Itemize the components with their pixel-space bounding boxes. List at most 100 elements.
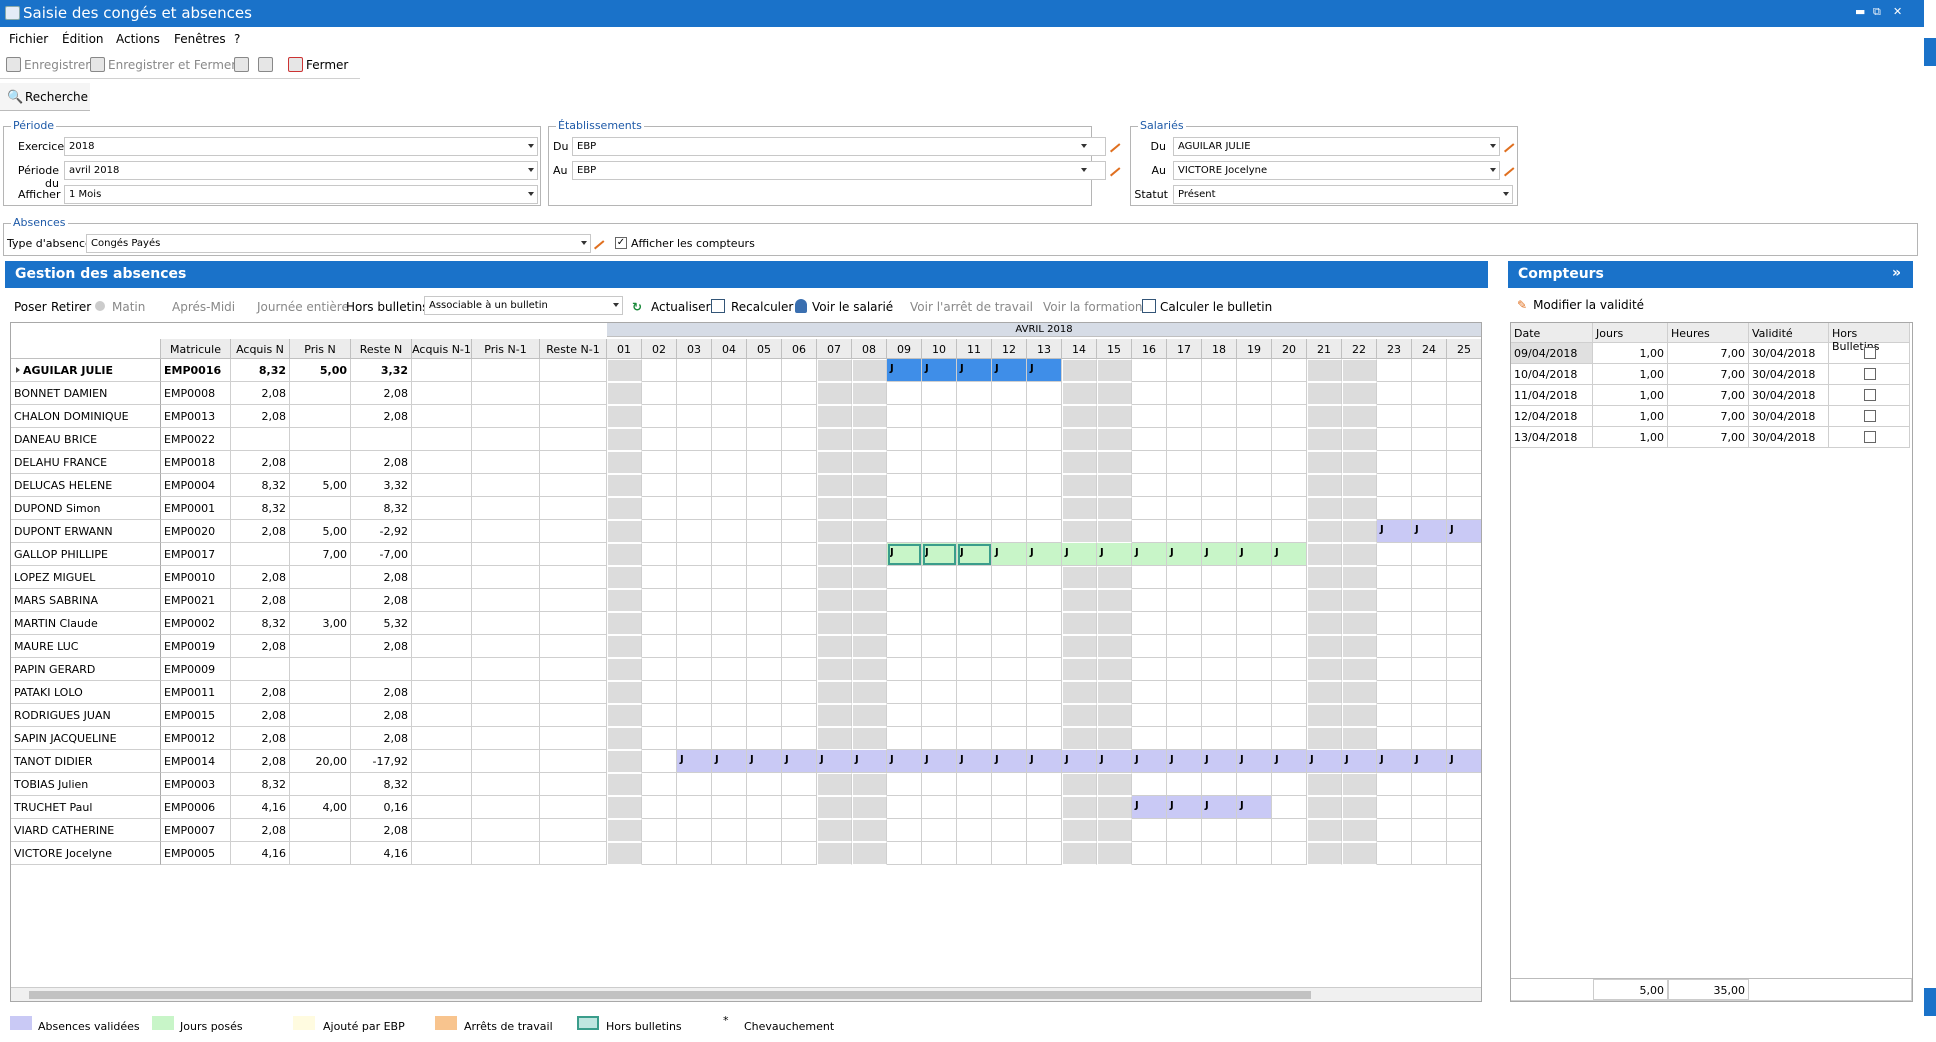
day-cell[interactable] bbox=[957, 520, 992, 543]
day-cell[interactable]: J bbox=[1237, 796, 1272, 819]
day-cell[interactable] bbox=[712, 589, 747, 612]
day-cell[interactable]: J bbox=[1447, 750, 1481, 773]
day-cell[interactable] bbox=[992, 658, 1027, 681]
day-cell[interactable] bbox=[852, 681, 887, 704]
day-cell[interactable]: J bbox=[992, 750, 1027, 773]
day-cell[interactable]: J bbox=[1342, 750, 1377, 773]
day-cell[interactable] bbox=[677, 543, 712, 566]
menu-edition[interactable]: Édition bbox=[62, 32, 104, 46]
day-cell[interactable] bbox=[1237, 405, 1272, 428]
day-cell[interactable] bbox=[607, 750, 642, 773]
day-cell[interactable] bbox=[817, 773, 852, 796]
day-cell[interactable] bbox=[1202, 451, 1237, 474]
day-cell[interactable] bbox=[1062, 681, 1097, 704]
day-cell[interactable]: J bbox=[712, 750, 747, 773]
day-cell[interactable] bbox=[957, 405, 992, 428]
day-cell[interactable] bbox=[992, 727, 1027, 750]
day-cell[interactable] bbox=[747, 520, 782, 543]
day-cell[interactable] bbox=[642, 681, 677, 704]
day-cell[interactable] bbox=[922, 727, 957, 750]
day-cell[interactable] bbox=[922, 819, 957, 842]
day-cell[interactable] bbox=[852, 635, 887, 658]
day-cell[interactable] bbox=[1027, 451, 1062, 474]
day-cell[interactable] bbox=[817, 681, 852, 704]
day-cell[interactable] bbox=[1272, 359, 1307, 382]
day-cell[interactable] bbox=[677, 382, 712, 405]
exercice-select[interactable]: 2018 bbox=[64, 137, 538, 156]
day-cell[interactable]: J bbox=[1272, 750, 1307, 773]
day-cell[interactable] bbox=[1062, 474, 1097, 497]
day-cell[interactable] bbox=[1307, 658, 1342, 681]
day-cell[interactable] bbox=[1412, 382, 1447, 405]
day-cell[interactable] bbox=[1132, 589, 1167, 612]
day-cell[interactable] bbox=[1307, 727, 1342, 750]
day-cell[interactable]: J bbox=[1167, 543, 1202, 566]
hors-bulletins-select[interactable]: Associable à un bulletin bbox=[424, 296, 623, 315]
day-cell[interactable] bbox=[887, 451, 922, 474]
day-cell[interactable] bbox=[1237, 727, 1272, 750]
day-cell[interactable] bbox=[887, 727, 922, 750]
edit-pencil-icon[interactable] bbox=[1103, 159, 1121, 177]
day-cell[interactable] bbox=[887, 819, 922, 842]
day-cell[interactable] bbox=[782, 520, 817, 543]
day-cell[interactable] bbox=[642, 566, 677, 589]
day-cell[interactable] bbox=[607, 474, 642, 497]
day-cell[interactable] bbox=[852, 451, 887, 474]
day-cell[interactable] bbox=[922, 520, 957, 543]
day-cell[interactable]: J bbox=[1167, 750, 1202, 773]
fermer-button[interactable]: Fermer bbox=[288, 57, 348, 72]
day-cell[interactable] bbox=[1097, 658, 1132, 681]
day-cell[interactable] bbox=[607, 681, 642, 704]
day-cell[interactable] bbox=[957, 796, 992, 819]
day-cell[interactable] bbox=[677, 566, 712, 589]
day-cell[interactable] bbox=[1377, 382, 1412, 405]
day-cell[interactable] bbox=[957, 658, 992, 681]
day-cell[interactable] bbox=[1237, 474, 1272, 497]
day-cell[interactable] bbox=[922, 612, 957, 635]
day-cell[interactable] bbox=[1027, 474, 1062, 497]
day-cell[interactable] bbox=[957, 773, 992, 796]
day-cell[interactable] bbox=[1202, 635, 1237, 658]
day-cell[interactable] bbox=[1272, 497, 1307, 520]
day-cell[interactable] bbox=[712, 405, 747, 428]
day-cell[interactable] bbox=[642, 727, 677, 750]
day-cell[interactable] bbox=[642, 750, 677, 773]
day-cell[interactable] bbox=[677, 451, 712, 474]
day-cell[interactable] bbox=[1062, 658, 1097, 681]
day-cell[interactable]: J bbox=[852, 750, 887, 773]
day-cell[interactable] bbox=[712, 681, 747, 704]
day-cell[interactable] bbox=[852, 382, 887, 405]
day-cell[interactable] bbox=[1062, 819, 1097, 842]
day-cell[interactable] bbox=[852, 428, 887, 451]
day-cell[interactable] bbox=[817, 359, 852, 382]
day-cell[interactable] bbox=[1132, 520, 1167, 543]
day-cell[interactable] bbox=[607, 451, 642, 474]
day-cell[interactable] bbox=[817, 405, 852, 428]
day-cell[interactable] bbox=[1167, 382, 1202, 405]
day-cell[interactable] bbox=[1132, 681, 1167, 704]
day-cell[interactable]: J bbox=[1132, 750, 1167, 773]
day-cell[interactable] bbox=[1272, 405, 1307, 428]
day-cell[interactable]: J bbox=[1412, 750, 1447, 773]
day-cell[interactable] bbox=[887, 704, 922, 727]
day-cell[interactable] bbox=[1412, 428, 1447, 451]
day-cell[interactable]: J bbox=[1027, 543, 1062, 566]
day-cell[interactable] bbox=[642, 543, 677, 566]
apres-midi-button[interactable]: Aprés-Midi bbox=[172, 300, 235, 314]
day-cell[interactable] bbox=[957, 451, 992, 474]
day-cell[interactable] bbox=[607, 543, 642, 566]
day-cell[interactable] bbox=[1272, 451, 1307, 474]
day-cell[interactable]: J bbox=[1062, 750, 1097, 773]
day-cell[interactable] bbox=[712, 474, 747, 497]
day-cell[interactable] bbox=[1202, 658, 1237, 681]
day-cell[interactable] bbox=[1237, 773, 1272, 796]
day-cell[interactable] bbox=[747, 497, 782, 520]
day-cell[interactable] bbox=[922, 497, 957, 520]
day-cell[interactable]: J bbox=[1307, 750, 1342, 773]
day-cell[interactable] bbox=[782, 543, 817, 566]
day-cell[interactable] bbox=[1307, 428, 1342, 451]
menu-fenetres[interactable]: Fenêtres bbox=[174, 32, 226, 46]
day-cell[interactable] bbox=[1097, 359, 1132, 382]
day-cell[interactable] bbox=[992, 681, 1027, 704]
day-cell[interactable] bbox=[852, 405, 887, 428]
